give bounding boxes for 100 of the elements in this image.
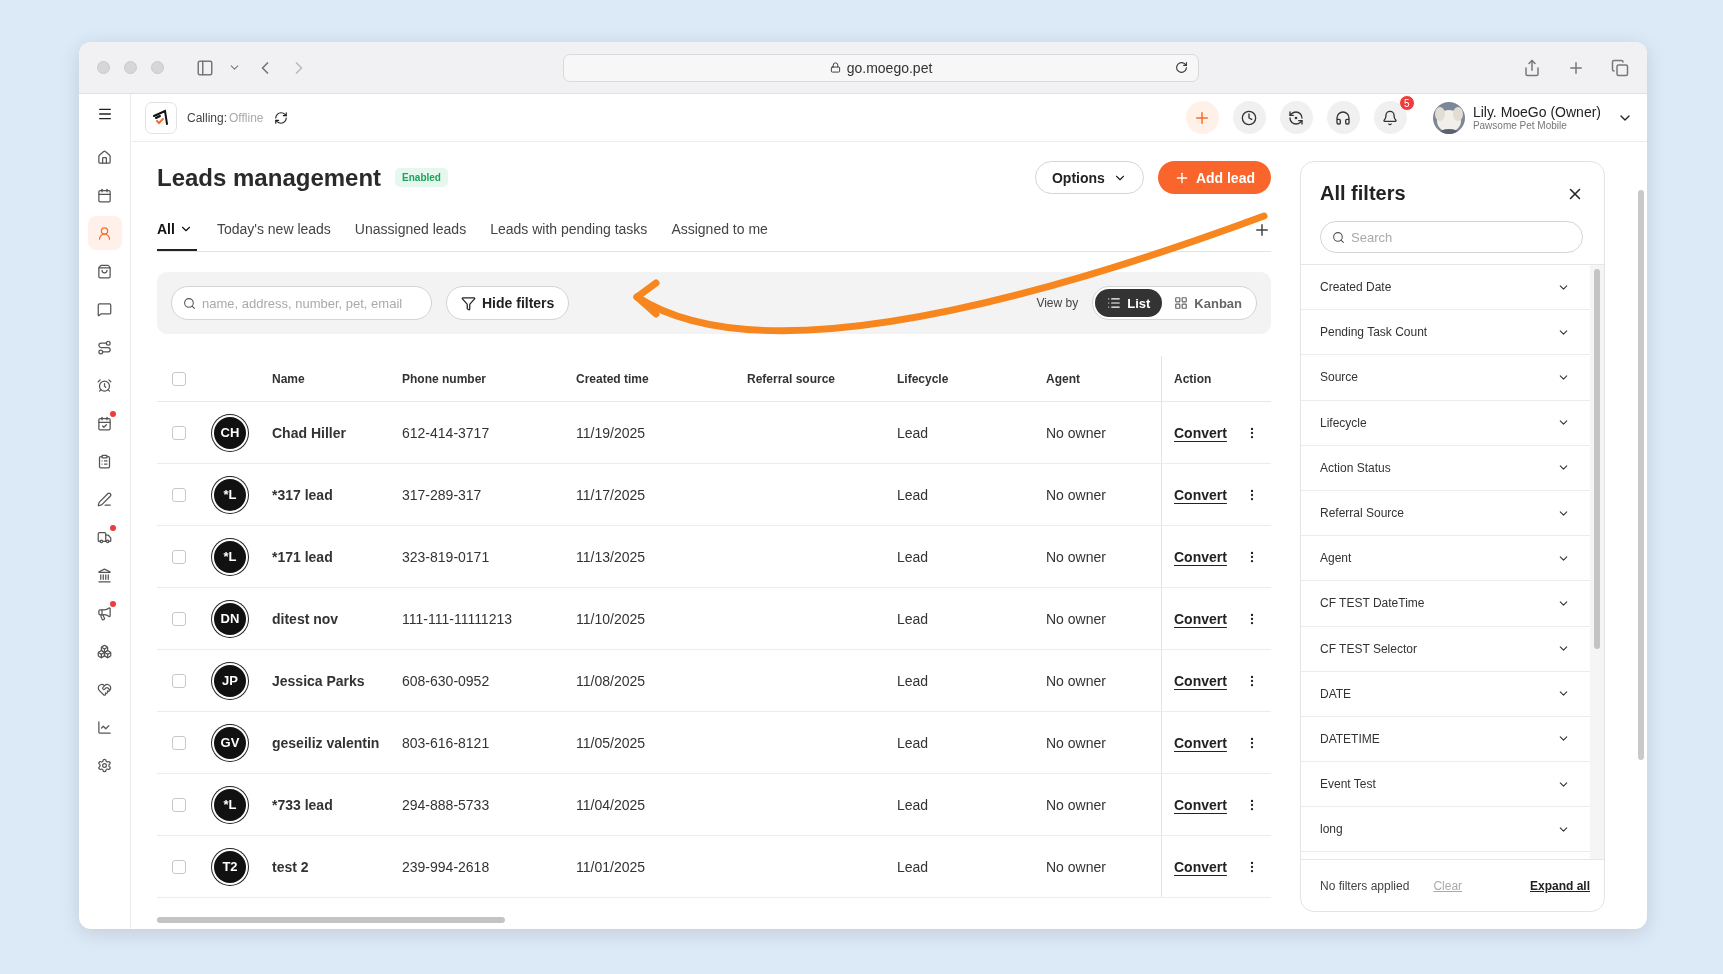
table-cell-text: 11/19/2025 <box>576 424 647 441</box>
lead-name: *171 lead <box>272 548 334 565</box>
row-checkbox[interactable] <box>172 797 186 812</box>
column-header: Name <box>272 371 306 386</box>
sync-icon <box>1288 109 1305 126</box>
lead-name: *733 lead <box>272 796 334 813</box>
search-field[interactable]: Search <box>1320 221 1583 253</box>
convert-link[interactable]: Convert <box>1174 858 1227 875</box>
view-by-label: View by <box>1036 296 1079 310</box>
avatar: DN <box>214 602 246 635</box>
lead-name: Jessica Parks <box>272 672 366 689</box>
filter-icon <box>461 295 476 311</box>
filter-label: Agent <box>1320 551 1352 566</box>
filter-label: Pending Task Count <box>1320 325 1428 340</box>
table-cell-text: Lead <box>897 548 930 565</box>
scrollbar[interactable] <box>1638 190 1644 760</box>
calendar-check-icon <box>97 415 112 431</box>
column-header: Action <box>1174 371 1212 386</box>
route-icon <box>97 339 112 355</box>
tab[interactable]: Unassigned leads <box>354 208 471 251</box>
truck-icon <box>97 529 112 545</box>
table-cell-text: Lead <box>897 796 930 813</box>
reload-icon[interactable] <box>1175 60 1188 74</box>
grid-icon <box>1174 296 1189 310</box>
tab[interactable]: Today's new leads <box>216 208 335 251</box>
lead-name: ditest nov <box>272 610 340 627</box>
column-header: Created time <box>576 371 650 386</box>
options-button[interactable]: Options <box>1035 161 1144 194</box>
lock-icon <box>829 62 841 73</box>
hide-filters-button[interactable]: Hide filters <box>446 286 570 320</box>
tab[interactable]: All <box>157 208 197 251</box>
support-button[interactable] <box>1326 101 1360 134</box>
tabs-icon[interactable] <box>1611 58 1629 77</box>
tab[interactable]: Leads with pending tasks <box>490 208 652 251</box>
column-header: Agent <box>1046 371 1081 386</box>
table-cell-text: 803-616-8121 <box>402 734 491 751</box>
table-cell-text: 11/01/2025 <box>576 858 647 875</box>
table-cell-text: 11/04/2025 <box>576 796 647 813</box>
tab[interactable]: Assigned to me <box>671 208 772 251</box>
view-option[interactable]: List <box>1095 289 1163 317</box>
row-checkbox[interactable] <box>172 549 186 564</box>
table-cell-text: Lead <box>897 610 930 627</box>
menu-icon[interactable] <box>96 106 113 122</box>
convert-link[interactable]: Convert <box>1174 734 1227 751</box>
table-cell-text: 612-414-3717 <box>402 424 491 441</box>
chart-icon <box>97 719 112 735</box>
scrollbar[interactable] <box>157 917 505 923</box>
search-field[interactable]: name, address, number, pet, email <box>171 286 432 320</box>
megaphone-icon <box>97 605 112 621</box>
convert-link[interactable]: Convert <box>1174 424 1227 441</box>
expand-all-link[interactable]: Expand all <box>1529 878 1590 893</box>
clock-button[interactable] <box>1232 101 1266 134</box>
table-cell-text: 317-289-317 <box>402 486 483 503</box>
row-checkbox[interactable] <box>172 735 186 750</box>
filter-label: Event Test <box>1320 777 1376 792</box>
lead-name: test 2 <box>272 858 310 875</box>
list-icon <box>1107 296 1122 310</box>
lead-name: geseiliz valentin <box>272 734 381 751</box>
refresh-icon[interactable] <box>273 110 288 125</box>
logo[interactable] <box>145 101 177 134</box>
convert-link[interactable]: Convert <box>1174 672 1227 689</box>
select-all-checkbox[interactable] <box>172 371 186 386</box>
lead-name: *317 lead <box>272 486 334 503</box>
filter-label: Referral Source <box>1320 506 1405 521</box>
address-bar[interactable]: go.moego.pet <box>563 53 1199 82</box>
column-header: Referral source <box>747 371 837 386</box>
table-cell-text: Lead <box>897 858 930 875</box>
calling-status: Offline <box>229 110 264 125</box>
table-cell-text: 11/13/2025 <box>576 548 647 565</box>
filter-label: long <box>1320 822 1343 837</box>
filter-label: Created Date <box>1320 280 1392 295</box>
pen-icon <box>97 491 112 507</box>
convert-link[interactable]: Convert <box>1174 486 1227 503</box>
view-option[interactable]: Kanban <box>1162 289 1254 317</box>
calling-label: Calling: <box>187 110 228 125</box>
notifications-button[interactable] <box>1373 101 1407 134</box>
panel-title: All filters <box>1320 182 1406 205</box>
convert-link[interactable]: Convert <box>1174 610 1227 627</box>
business-name: Pawsome Pet Mobile <box>1472 120 1568 131</box>
alarm-clock-icon <box>97 377 112 393</box>
convert-link[interactable]: Convert <box>1174 796 1227 813</box>
table-cell-text: No owner <box>1046 548 1107 565</box>
row-checkbox[interactable] <box>172 673 186 688</box>
row-checkbox[interactable] <box>172 611 186 626</box>
scrollbar[interactable] <box>1594 269 1600 649</box>
sidebar-toggle-icon[interactable] <box>196 58 214 77</box>
table-cell-text: 11/17/2025 <box>576 486 647 503</box>
share-icon[interactable] <box>1523 58 1541 77</box>
avatar: JP <box>214 664 246 697</box>
lead-name: Chad Hiller <box>272 424 347 441</box>
table-cell-text: Lead <box>897 672 930 689</box>
filter-label: DATE <box>1320 686 1352 701</box>
clipboard-icon <box>97 453 112 469</box>
avatar: *L <box>214 478 246 511</box>
convert-link[interactable]: Convert <box>1174 548 1227 565</box>
logo-icon <box>151 107 171 128</box>
sync-button[interactable] <box>1279 101 1313 134</box>
row-checkbox[interactable] <box>172 487 186 502</box>
row-checkbox[interactable] <box>172 425 186 440</box>
row-checkbox[interactable] <box>172 859 186 874</box>
